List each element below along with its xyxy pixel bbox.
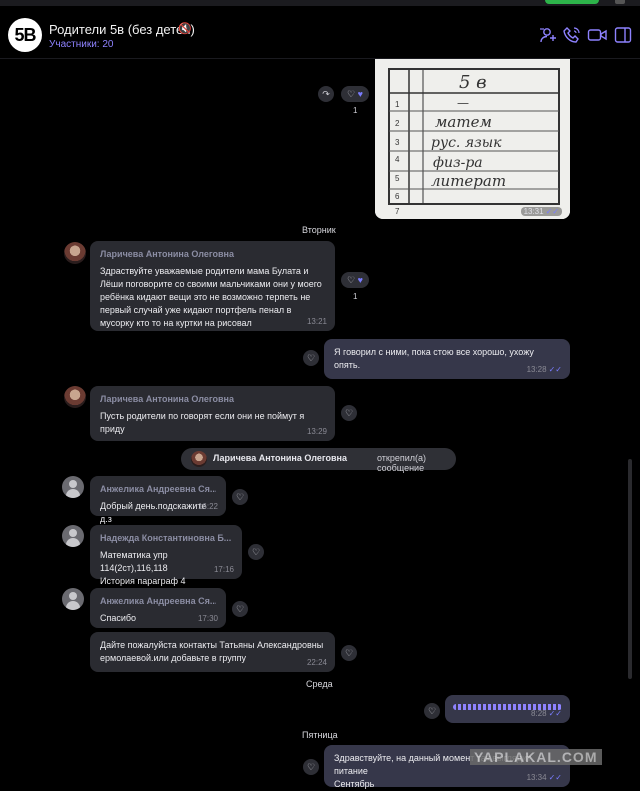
message-bubble[interactable]: Анжелика Андреевна Ся... Добрый день.под…	[90, 476, 226, 524]
heart-reaction-icon[interactable]: ♡	[424, 703, 440, 719]
message-time: 22:24	[306, 658, 327, 667]
message-bubble[interactable]: Дайте пожалуйста контакты Татьяны Алекса…	[90, 632, 335, 672]
mute-icon: 🔇	[178, 23, 192, 35]
message-time: 13:29	[306, 427, 327, 436]
heart-reaction-icon[interactable]: ♡ ♥	[341, 272, 369, 288]
heart-reaction-icon[interactable]: ♡	[303, 759, 319, 775]
message-time: 17:16	[213, 565, 234, 574]
photo-time: 13:31 ✓✓	[520, 207, 562, 216]
message-bubble[interactable]: Анжелика Андреевна Ся... Спасибо 17:30	[90, 588, 226, 628]
call-icon[interactable]	[562, 26, 582, 44]
message-text: Здраствуйте уважаемые родители мама Була…	[100, 266, 322, 328]
video-call-icon[interactable]	[587, 26, 607, 44]
top-action-button[interactable]	[545, 0, 599, 4]
svg-text:1: 1	[395, 100, 400, 109]
heart-reaction-icon[interactable]: ♡	[341, 405, 357, 421]
photo-subject-3: физ-ра	[433, 155, 483, 171]
message-feed[interactable]: 5 в — матем рус. язык физ-ра литерат 1 2…	[0, 59, 640, 789]
chat-header: 5В Родители 5в (без детей) 🔇 Участники: …	[0, 6, 640, 59]
avatar[interactable]	[64, 386, 86, 408]
photo-dash: —	[457, 96, 469, 110]
forward-icon[interactable]: ↷	[318, 86, 334, 102]
heart-reaction-icon[interactable]: ♡	[341, 645, 357, 661]
message-bubble[interactable]: Надежда Константиновна Б... Математика у…	[90, 525, 242, 586]
avatar[interactable]	[62, 588, 84, 610]
sender-name[interactable]: Анжелика Андреевна Ся...	[100, 483, 216, 496]
heart-reaction-icon[interactable]: ♡	[303, 350, 319, 366]
scrollbar[interactable]	[628, 459, 632, 679]
svg-text:2: 2	[395, 119, 400, 128]
message-text-line-2: История параграф 4	[100, 576, 186, 586]
settings-icon[interactable]	[615, 0, 625, 4]
participants-count[interactable]: Участники: 20	[49, 39, 113, 50]
heart-reaction-icon[interactable]: ♡ ♥	[341, 86, 369, 102]
add-member-icon[interactable]	[538, 26, 558, 44]
chat-title[interactable]: Родители 5в (без детей)	[49, 22, 195, 37]
pinned-action-text: открепил(а) сообщение	[377, 453, 427, 473]
day-separator-tuesday: Вторник	[302, 225, 336, 235]
day-separator-friday: Пятница	[302, 730, 338, 740]
message-bubble[interactable]: Ларичева Антонина Олеговна Пусть родител…	[90, 386, 335, 441]
message-text: Я говорил с ними, пока стою все хорошо, …	[334, 347, 534, 370]
watermark-logo: YAPLAKAL.COM	[470, 749, 602, 765]
chat-avatar-logo[interactable]: 5В	[8, 18, 42, 52]
photo-class-label: 5 в	[459, 72, 487, 93]
message-time: 16:22	[197, 502, 218, 511]
more-options-icon[interactable]	[614, 26, 634, 44]
svg-text:4: 4	[395, 155, 400, 164]
photo-subject-1: матем	[435, 113, 492, 131]
message-text: Дайте пожалуйста контакты Татьяны Алекса…	[100, 640, 324, 663]
photo-subject-4: литерат	[431, 172, 506, 190]
sender-name[interactable]: Ларичева Антонина Олеговна	[100, 248, 325, 261]
sender-name[interactable]: Ларичева Антонина Олеговна	[100, 393, 325, 406]
svg-text:3: 3	[395, 138, 400, 147]
message-text: Пусть родители по говорят если они не по…	[100, 411, 305, 434]
avatar[interactable]	[64, 242, 86, 264]
message-time: 13:34 ✓✓	[526, 773, 562, 782]
heart-reaction-icon[interactable]: ♡	[232, 489, 248, 505]
pinned-user-name[interactable]: Ларичева Антонина Олеговна	[213, 453, 347, 463]
photo-subject-2: рус. язык	[431, 135, 502, 151]
day-separator-wednesday: Среда	[306, 679, 333, 689]
message-text-line-1: Математика упр 114(2ст),116,118	[100, 550, 168, 573]
outgoing-message-bubble[interactable]: Я говорил с ними, пока стою все хорошо, …	[324, 339, 570, 379]
svg-text:5: 5	[395, 174, 400, 183]
reaction-count: 1	[353, 106, 358, 115]
sender-name[interactable]: Анжелика Андреевна Ся...	[100, 595, 216, 608]
heart-reaction-icon[interactable]: ♡	[232, 601, 248, 617]
photo-message-schedule[interactable]: 5 в — матем рус. язык физ-ра литерат 1 2…	[375, 59, 570, 219]
message-bubble[interactable]: Ларичева Антонина Олеговна Здраствуйте у…	[90, 241, 335, 331]
message-text: Добрый день.подскажите д.з	[100, 501, 207, 524]
message-time: 13:21	[306, 317, 327, 326]
outgoing-link-message[interactable]: 8:28 ✓✓	[445, 695, 570, 723]
message-time: 17:30	[197, 614, 218, 623]
message-time: 8:28 ✓✓	[531, 709, 562, 718]
heart-reaction-icon[interactable]: ♡	[248, 544, 264, 560]
message-text: Спасибо	[100, 613, 137, 623]
svg-text:6: 6	[395, 192, 400, 201]
sender-name[interactable]: Надежда Константиновна Б...	[100, 532, 232, 545]
avatar	[191, 451, 207, 467]
svg-text:7: 7	[395, 207, 400, 216]
avatar[interactable]	[62, 476, 84, 498]
avatar[interactable]	[62, 525, 84, 547]
reaction-count: 1	[353, 292, 358, 301]
schedule-photo: 5 в — матем рус. язык физ-ра литерат 1 2…	[375, 59, 570, 219]
pinned-notice: Ларичева Антонина Олеговна открепил(а) с…	[181, 448, 456, 473]
message-time: 13:28 ✓✓	[526, 365, 562, 374]
